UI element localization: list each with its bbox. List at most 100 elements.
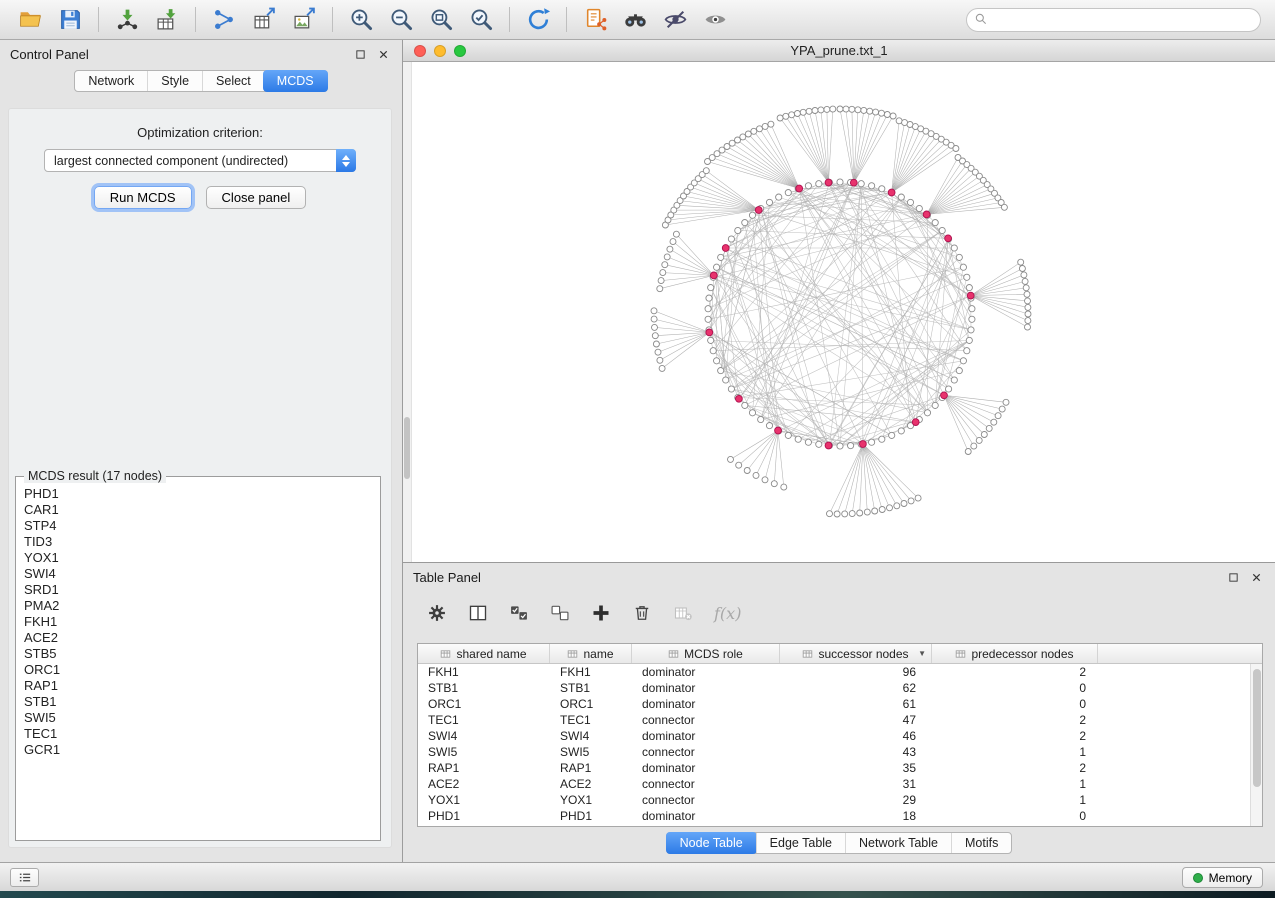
- toolbar-separator: [195, 7, 196, 32]
- table-cell-filler: [1098, 712, 1262, 728]
- close-panel-button[interactable]: Close panel: [206, 186, 307, 209]
- tab-mcds[interactable]: MCDS: [263, 70, 328, 92]
- sort-caret-icon[interactable]: ▼: [918, 649, 926, 658]
- mcds-result-item[interactable]: STB5: [16, 646, 380, 662]
- mcds-result-item[interactable]: SWI4: [16, 566, 380, 582]
- column-header-successor-nodes[interactable]: successor nodes▼: [780, 644, 932, 663]
- mcds-result-item[interactable]: YOX1: [16, 550, 380, 566]
- mcds-result-item[interactable]: SWI5: [16, 710, 380, 726]
- float-table-panel-icon[interactable]: [1228, 570, 1242, 584]
- tab-style[interactable]: Style: [147, 71, 202, 91]
- minimize-window-icon[interactable]: [434, 45, 446, 57]
- export-image-button[interactable]: [284, 4, 324, 36]
- fx-button[interactable]: f(x): [714, 604, 741, 623]
- toolbar-buttons: [10, 4, 735, 36]
- table-row[interactable]: STB1STB1dominator620: [418, 680, 1262, 696]
- criterion-selected-value: largest connected component (undirected): [54, 154, 288, 168]
- gear-icon: [427, 603, 447, 623]
- table-cell: STB1: [418, 680, 550, 696]
- tab-motifs[interactable]: Motifs: [951, 833, 1011, 853]
- import-table-button[interactable]: [147, 4, 187, 36]
- column-header-mcds-role[interactable]: MCDS role: [632, 644, 780, 663]
- close-panel-icon[interactable]: [378, 47, 392, 61]
- network-view[interactable]: [403, 62, 1275, 562]
- table-cell: dominator: [632, 696, 780, 712]
- float-panel-icon[interactable]: [355, 47, 369, 61]
- zoom-out-button[interactable]: [381, 4, 421, 36]
- select-all-button[interactable]: [509, 603, 529, 623]
- table-row[interactable]: RAP1RAP1dominator352: [418, 760, 1262, 776]
- delete-button[interactable]: [632, 603, 652, 623]
- table-cell: 62: [780, 680, 932, 696]
- style-button[interactable]: [655, 4, 695, 36]
- mcds-result-item[interactable]: FKH1: [16, 614, 380, 630]
- eye-button[interactable]: [695, 4, 735, 36]
- tab-node-table[interactable]: Node Table: [666, 832, 757, 854]
- search-box[interactable]: [966, 8, 1261, 32]
- open-folder-button[interactable]: [10, 4, 50, 36]
- panel-list-button[interactable]: [10, 868, 39, 887]
- column-header-name[interactable]: name: [550, 644, 632, 663]
- table-cell-filler: [1098, 728, 1262, 744]
- mcds-result-item[interactable]: TID3: [16, 534, 380, 550]
- mcds-result-item[interactable]: STB1: [16, 694, 380, 710]
- table-row[interactable]: PHD1PHD1dominator180: [418, 808, 1262, 824]
- mcds-result-item[interactable]: SRD1: [16, 582, 380, 598]
- mcds-result-item[interactable]: PHD1: [16, 486, 380, 502]
- table-scrollbar[interactable]: [1250, 664, 1262, 826]
- network-scrollbar-thumb[interactable]: [404, 417, 410, 479]
- mcds-result-item[interactable]: TEC1: [16, 726, 380, 742]
- table-row[interactable]: SWI4SWI4dominator462: [418, 728, 1262, 744]
- refresh-button[interactable]: [518, 4, 558, 36]
- close-table-panel-icon[interactable]: [1251, 570, 1265, 584]
- criterion-dropdown[interactable]: largest connected component (undirected): [44, 149, 356, 172]
- network-scrollbar[interactable]: [403, 62, 412, 562]
- table-row[interactable]: ORC1ORC1dominator610: [418, 696, 1262, 712]
- table-tabs: Node TableEdge TableNetwork TableMotifs: [666, 832, 1013, 854]
- mcds-result-box: MCDS result (17 nodes) PHD1CAR1STP4TID3Y…: [15, 469, 381, 841]
- add-button[interactable]: [591, 603, 611, 623]
- import-table-disabled-button[interactable]: [673, 603, 693, 623]
- mcds-result-item[interactable]: PMA2: [16, 598, 380, 614]
- tab-select[interactable]: Select: [202, 71, 264, 91]
- search-input[interactable]: [992, 13, 1253, 27]
- toolbar-separator: [566, 7, 567, 32]
- maximize-window-icon[interactable]: [454, 45, 466, 57]
- split-panel-button[interactable]: [468, 603, 488, 623]
- gear-button[interactable]: [427, 603, 447, 623]
- share-document-button[interactable]: [575, 4, 615, 36]
- mcds-result-item[interactable]: RAP1: [16, 678, 380, 694]
- save-button[interactable]: [50, 4, 90, 36]
- mcds-result-item[interactable]: GCR1: [16, 742, 380, 758]
- table-cell: PHD1: [418, 808, 550, 824]
- mcds-result-item[interactable]: STP4: [16, 518, 380, 534]
- mcds-result-item[interactable]: ACE2: [16, 630, 380, 646]
- column-header-predecessor-nodes[interactable]: predecessor nodes: [932, 644, 1098, 663]
- table-row[interactable]: TEC1TEC1connector472: [418, 712, 1262, 728]
- table-cell: SWI4: [550, 728, 632, 744]
- mcds-result-item[interactable]: CAR1: [16, 502, 380, 518]
- mcds-result-item[interactable]: ORC1: [16, 662, 380, 678]
- zoom-in-button[interactable]: [341, 4, 381, 36]
- memory-button[interactable]: Memory: [1182, 867, 1263, 888]
- table-cell: ACE2: [550, 776, 632, 792]
- table-row[interactable]: YOX1YOX1connector291: [418, 792, 1262, 808]
- close-window-icon[interactable]: [414, 45, 426, 57]
- tab-network-table[interactable]: Network Table: [845, 833, 951, 853]
- import-network-button[interactable]: [107, 4, 147, 36]
- table-scrollbar-thumb[interactable]: [1253, 669, 1261, 787]
- network-graph[interactable]: [403, 62, 1275, 562]
- zoom-fit-button[interactable]: [421, 4, 461, 36]
- table-row[interactable]: FKH1FKH1dominator962: [418, 664, 1262, 680]
- export-network-button[interactable]: [204, 4, 244, 36]
- table-row[interactable]: SWI5SWI5connector431: [418, 744, 1262, 760]
- tab-edge-table[interactable]: Edge Table: [756, 833, 845, 853]
- run-mcds-button[interactable]: Run MCDS: [94, 186, 192, 209]
- deselect-all-button[interactable]: [550, 603, 570, 623]
- table-row[interactable]: ACE2ACE2connector311: [418, 776, 1262, 792]
- export-table-button[interactable]: [244, 4, 284, 36]
- zoom-selected-button[interactable]: [461, 4, 501, 36]
- tab-network[interactable]: Network: [75, 71, 147, 91]
- column-header-shared-name[interactable]: shared name: [418, 644, 550, 663]
- find-button[interactable]: [615, 4, 655, 36]
